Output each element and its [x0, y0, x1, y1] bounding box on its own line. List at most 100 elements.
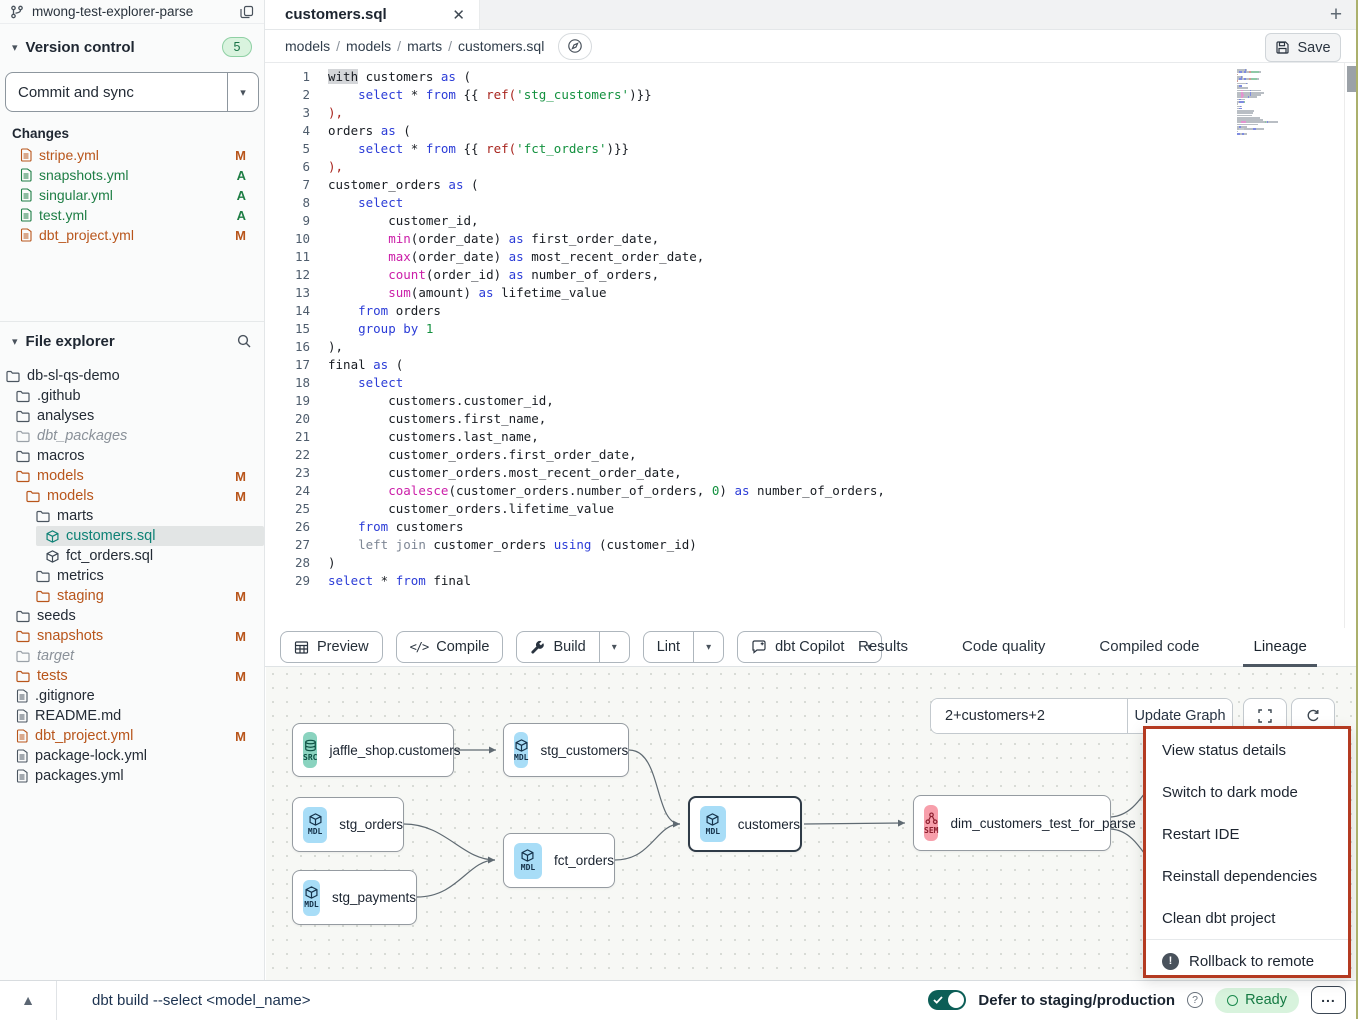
code-line[interactable]: 29select * from final: [265, 572, 1358, 590]
code-line[interactable]: 22 customer_orders.first_order_date,: [265, 446, 1358, 464]
code-line[interactable]: 8 select: [265, 194, 1358, 212]
code-line[interactable]: 18 select: [265, 374, 1358, 392]
expand-command-bar-caret[interactable]: ▲: [0, 992, 56, 1008]
change-item[interactable]: stripe.ymlM: [0, 145, 264, 165]
tree-item-marts[interactable]: marts: [0, 506, 264, 526]
tab-results[interactable]: Results: [848, 628, 918, 667]
code-line[interactable]: 26 from customers: [265, 518, 1358, 536]
code-line[interactable]: 4orders as (: [265, 122, 1358, 140]
lineage-node-customers[interactable]: MDLcustomers: [688, 796, 802, 852]
tree-item--gitignore[interactable]: .gitignore: [0, 686, 264, 706]
build-dropdown-caret[interactable]: ▾: [599, 632, 629, 662]
commit-dropdown-caret[interactable]: ▾: [227, 73, 258, 111]
tree-item-metrics[interactable]: metrics: [0, 566, 264, 586]
change-item[interactable]: dbt_project.ymlM: [0, 225, 264, 245]
lineage-node-stg-customers[interactable]: MDLstg_customers: [503, 723, 629, 777]
commit-and-sync-button[interactable]: Commit and sync ▾: [5, 72, 259, 112]
status-badge[interactable]: Ready: [1215, 988, 1299, 1013]
code-line[interactable]: 17final as (: [265, 356, 1358, 374]
graph-filter-input[interactable]: [931, 699, 1127, 733]
lineage-node-dim-customers-test-for-parse[interactable]: SEMdim_customers_test_for_parse: [913, 795, 1111, 851]
build-button[interactable]: Build ▾: [516, 631, 629, 663]
file-explorer-header[interactable]: ▾ File explorer: [0, 324, 264, 358]
help-icon[interactable]: ?: [1187, 992, 1203, 1008]
lint-dropdown-caret[interactable]: ▾: [693, 632, 723, 662]
code-line[interactable]: 11 max(order_date) as most_recent_order_…: [265, 248, 1358, 266]
code-line[interactable]: 12 count(order_id) as number_of_orders,: [265, 266, 1358, 284]
menu-item-restart-ide[interactable]: Restart IDE: [1146, 813, 1348, 855]
code-line[interactable]: 14 from orders: [265, 302, 1358, 320]
tree-item-dbt-packages[interactable]: dbt_packages: [0, 426, 264, 446]
code-line[interactable]: 7customer_orders as (: [265, 176, 1358, 194]
copy-icon[interactable]: [240, 5, 254, 19]
tree-item--github[interactable]: .github: [0, 386, 264, 406]
menu-item-switch-to-dark-mode[interactable]: Switch to dark mode: [1146, 771, 1348, 813]
tree-item-models[interactable]: modelsM: [0, 466, 264, 486]
tree-item-seeds[interactable]: seeds: [0, 606, 264, 626]
search-icon[interactable]: [236, 333, 252, 349]
code-line[interactable]: 1with customers as (: [265, 68, 1358, 86]
tree-item-staging[interactable]: stagingM: [0, 586, 264, 606]
defer-toggle[interactable]: [928, 990, 966, 1010]
lineage-node-stg-orders[interactable]: MDLstg_orders: [292, 797, 404, 852]
code-line[interactable]: 2 select * from {{ ref('stg_customers')}…: [265, 86, 1358, 104]
code-line[interactable]: 10 min(order_date) as first_order_date,: [265, 230, 1358, 248]
tree-item-package-lock-yml[interactable]: package-lock.yml: [0, 746, 264, 766]
lineage-node-stg-payments[interactable]: MDLstg_payments: [292, 870, 417, 925]
menu-item-rollback-to-remote[interactable]: !Rollback to remote: [1146, 940, 1348, 982]
breadcrumb-item[interactable]: models: [346, 38, 391, 54]
code-line[interactable]: 3),: [265, 104, 1358, 122]
code-line[interactable]: 9 customer_id,: [265, 212, 1358, 230]
menu-item-clean-dbt-project[interactable]: Clean dbt project: [1146, 897, 1348, 939]
tab-lineage[interactable]: Lineage: [1243, 628, 1316, 667]
lint-button[interactable]: Lint ▾: [643, 631, 724, 663]
more-options-button[interactable]: ...: [1311, 986, 1346, 1014]
tree-item-macros[interactable]: macros: [0, 446, 264, 466]
tree-item-analyses[interactable]: analyses: [0, 406, 264, 426]
code-line[interactable]: 19 customers.customer_id,: [265, 392, 1358, 410]
tree-item-dbt-project-yml[interactable]: dbt_project.ymlM: [0, 726, 264, 746]
tree-item-models[interactable]: modelsM: [0, 486, 264, 506]
preview-button[interactable]: Preview: [280, 631, 383, 663]
lineage-node-jaffle-shop-customers[interactable]: SRCjaffle_shop.customers: [292, 723, 454, 777]
code-line[interactable]: 5 select * from {{ ref('fct_orders')}}: [265, 140, 1358, 158]
tree-item-snapshots[interactable]: snapshotsM: [0, 626, 264, 646]
code-line[interactable]: 27 left join customer_orders using (cust…: [265, 536, 1358, 554]
tree-item-target[interactable]: target: [0, 646, 264, 666]
code-editor[interactable]: 1with customers as (2 select * from {{ r…: [265, 63, 1358, 628]
tree-item-customers-sql[interactable]: customers.sql: [0, 526, 264, 546]
compile-button[interactable]: </> Compile: [396, 631, 504, 663]
change-item[interactable]: snapshots.ymlA: [0, 165, 264, 185]
command-input[interactable]: dbt build --select <model_name>: [92, 992, 310, 1009]
tree-item-packages-yml[interactable]: packages.yml: [0, 766, 264, 786]
tree-item-readme-md[interactable]: README.md: [0, 706, 264, 726]
tree-item-tests[interactable]: testsM: [0, 666, 264, 686]
change-item[interactable]: singular.ymlA: [0, 185, 264, 205]
tree-item-db-sl-qs-demo[interactable]: db-sl-qs-demo: [0, 366, 264, 386]
code-line[interactable]: 25 customer_orders.lifetime_value: [265, 500, 1358, 518]
version-control-header[interactable]: ▾ Version control 5: [0, 30, 264, 64]
menu-item-reinstall-dependencies[interactable]: Reinstall dependencies: [1146, 855, 1348, 897]
tab-customers-sql[interactable]: customers.sql ✕: [265, 0, 480, 29]
tree-item-fct-orders-sql[interactable]: fct_orders.sql: [0, 546, 264, 566]
breadcrumb-item[interactable]: customers.sql: [458, 38, 544, 54]
tab-code-quality[interactable]: Code quality: [952, 628, 1055, 667]
code-line[interactable]: 28): [265, 554, 1358, 572]
code-line[interactable]: 23 customer_orders.most_recent_order_dat…: [265, 464, 1358, 482]
save-button[interactable]: Save: [1265, 33, 1341, 62]
code-line[interactable]: 15 group by 1: [265, 320, 1358, 338]
lineage-node-fct-orders[interactable]: MDLfct_orders: [503, 833, 615, 888]
change-item[interactable]: test.ymlA: [0, 205, 264, 225]
code-line[interactable]: 20 customers.first_name,: [265, 410, 1358, 428]
code-line[interactable]: 16),: [265, 338, 1358, 356]
code-line[interactable]: 21 customers.last_name,: [265, 428, 1358, 446]
close-icon[interactable]: ✕: [452, 6, 465, 24]
code-line[interactable]: 6),: [265, 158, 1358, 176]
code-line[interactable]: 24 coalesce(customer_orders.number_of_or…: [265, 482, 1358, 500]
code-line[interactable]: 13 sum(amount) as lifetime_value: [265, 284, 1358, 302]
tab-compiled-code[interactable]: Compiled code: [1089, 628, 1209, 667]
open-in-explorer-button[interactable]: [558, 33, 592, 60]
menu-item-view-status-details[interactable]: View status details: [1146, 729, 1348, 771]
editor-minimap[interactable]: [1237, 69, 1303, 135]
breadcrumb-item[interactable]: models: [285, 38, 330, 54]
